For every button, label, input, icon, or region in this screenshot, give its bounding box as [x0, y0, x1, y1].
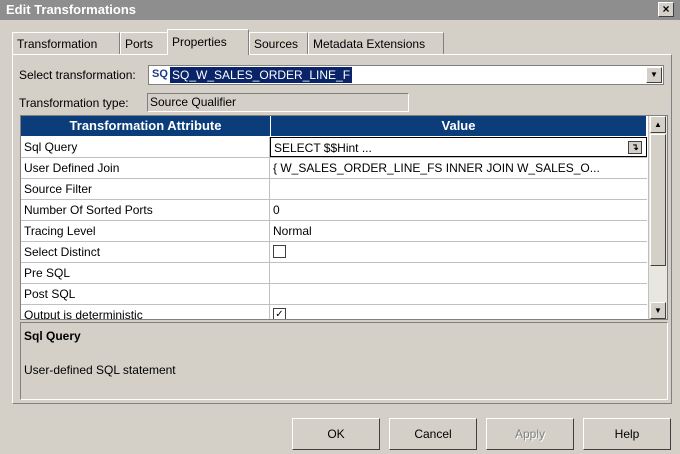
scroll-thumb[interactable] — [650, 134, 666, 266]
value-cell[interactable]: { W_SALES_ORDER_LINE_FS INNER JOIN W_SAL… — [270, 158, 647, 178]
value-cell[interactable] — [270, 263, 647, 283]
table-row[interactable]: Post SQL — [21, 284, 647, 305]
description-text: User-defined SQL statement — [24, 363, 176, 377]
window-title: Edit Transformations — [6, 2, 137, 17]
cancel-button[interactable]: Cancel — [389, 418, 477, 450]
table-row[interactable]: Output is deterministic ✓ — [21, 305, 647, 319]
vertical-scrollbar[interactable]: ▲ ▼ — [648, 116, 667, 319]
transformation-type-label: Transformation type: — [19, 96, 129, 110]
attributes-grid: Transformation Attribute Value Sql Query… — [20, 115, 668, 320]
attribute-cell: Output is deterministic — [21, 305, 270, 319]
tab-metadata-extensions[interactable]: Metadata Extensions — [308, 32, 444, 54]
value-cell[interactable]: ✓ — [270, 305, 647, 319]
output-deterministic-checkbox[interactable]: ✓ — [273, 308, 286, 319]
description-panel: Sql Query User-defined SQL statement — [20, 322, 668, 400]
attribute-cell: Select Distinct — [21, 242, 270, 262]
attribute-cell: Post SQL — [21, 284, 270, 304]
value-cell[interactable] — [270, 179, 647, 199]
source-qualifier-icon: SQ — [152, 68, 168, 80]
tab-sources[interactable]: Sources — [249, 32, 308, 54]
table-row[interactable]: Source Filter — [21, 179, 647, 200]
column-header-value[interactable]: Value — [271, 116, 647, 136]
table-row[interactable]: Number Of Sorted Ports 0 — [21, 200, 647, 221]
edit-sql-icon[interactable]: ↴ — [628, 141, 642, 154]
value-cell[interactable]: Normal — [270, 221, 647, 241]
table-row[interactable]: Pre SQL — [21, 263, 647, 284]
select-transformation-label: Select transformation: — [19, 68, 136, 82]
tab-transformation[interactable]: Transformation — [12, 32, 120, 54]
scroll-down-icon[interactable]: ▼ — [650, 302, 666, 319]
value-cell[interactable] — [270, 242, 647, 262]
select-transformation-dropdown[interactable]: SQ SQ_W_SALES_ORDER_LINE_F ▼ — [148, 65, 664, 85]
attribute-cell: Pre SQL — [21, 263, 270, 283]
tab-properties[interactable]: Properties — [167, 29, 249, 55]
attribute-cell: Number Of Sorted Ports — [21, 200, 270, 220]
scroll-up-icon[interactable]: ▲ — [650, 116, 666, 133]
tab-ports[interactable]: Ports — [120, 32, 170, 54]
apply-button[interactable]: Apply — [486, 418, 574, 450]
chevron-down-icon[interactable]: ▼ — [646, 67, 662, 83]
value-cell[interactable]: SELECT $$Hint ... ↴ — [270, 137, 647, 157]
value-cell[interactable] — [270, 284, 647, 304]
transformation-type-value: Source Qualifier — [147, 93, 409, 112]
attribute-cell: User Defined Join — [21, 158, 270, 178]
description-title: Sql Query — [24, 329, 81, 343]
table-row[interactable]: Select Distinct — [21, 242, 647, 263]
help-button[interactable]: Help — [583, 418, 671, 450]
selected-transformation-value: SQ_W_SALES_ORDER_LINE_F — [170, 67, 353, 83]
column-header-attribute[interactable]: Transformation Attribute — [21, 116, 271, 136]
attribute-cell: Source Filter — [21, 179, 270, 199]
attribute-cell: Sql Query — [21, 137, 270, 157]
attribute-cell: Tracing Level — [21, 221, 270, 241]
value-text: SELECT $$Hint ... — [274, 141, 372, 155]
value-cell[interactable]: 0 — [270, 200, 647, 220]
table-row[interactable]: Tracing Level Normal — [21, 221, 647, 242]
select-distinct-checkbox[interactable] — [273, 245, 286, 259]
close-icon[interactable]: × — [658, 2, 674, 17]
ok-button[interactable]: OK — [292, 418, 380, 450]
title-bar: Edit Transformations × — [0, 0, 680, 20]
table-row[interactable]: User Defined Join { W_SALES_ORDER_LINE_F… — [21, 158, 647, 179]
table-row[interactable]: Sql Query SELECT $$Hint ... ↴ — [21, 137, 647, 158]
